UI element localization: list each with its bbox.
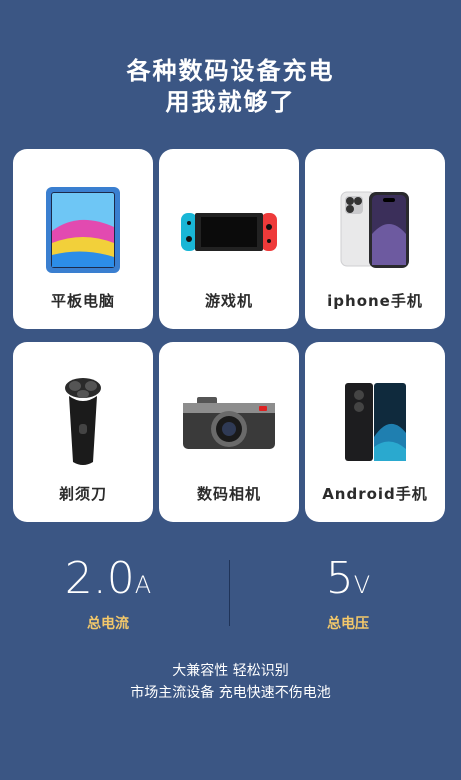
stats-divider <box>229 560 230 626</box>
device-label: 剃须刀 <box>58 485 107 503</box>
footer-text: 大兼容性 轻松识别 市场主流设备 充电快速不伤电池 <box>0 660 461 704</box>
device-label: Android手机 <box>322 485 428 503</box>
game-console-icon <box>159 179 299 279</box>
total-current-value: 2.0 <box>64 553 135 604</box>
total-current-caption: 总电流 <box>87 616 129 632</box>
total-current-unit: A <box>134 571 152 599</box>
device-card-camera: 数码相机 <box>159 342 299 522</box>
device-card-iphone: iphone手机 <box>305 149 445 329</box>
iphone-icon <box>305 179 445 279</box>
device-card-android-phone: Android手机 <box>305 342 445 522</box>
total-voltage-value: 5 <box>325 553 354 604</box>
device-card-shaver: 剃须刀 <box>13 342 153 522</box>
total-voltage-stat: 5V 总电压 <box>248 555 448 633</box>
headline: 各种数码设备充电 用我就够了 <box>0 56 461 118</box>
headline-line-1: 各种数码设备充电 <box>126 57 335 85</box>
device-label: iphone手机 <box>327 292 423 310</box>
total-current-stat: 2.0A 总电流 <box>8 555 208 633</box>
footer-line-1: 大兼容性 轻松识别 <box>172 663 289 679</box>
device-grid: 平板电脑 游戏机 iphone手机 剃须刀 数码相机 Android手机 <box>13 149 446 522</box>
headline-line-2: 用我就够了 <box>165 88 296 116</box>
tablet-icon <box>13 179 153 279</box>
total-voltage-unit: V <box>353 571 371 599</box>
shaver-icon <box>13 372 153 472</box>
camera-icon <box>159 372 299 472</box>
device-card-game-console: 游戏机 <box>159 149 299 329</box>
total-voltage-caption: 总电压 <box>327 616 369 632</box>
footer-line-2: 市场主流设备 充电快速不伤电池 <box>130 685 331 701</box>
device-card-tablet: 平板电脑 <box>13 149 153 329</box>
device-label: 平板电脑 <box>50 292 115 310</box>
stats-row: 2.0A 总电流 5V 总电压 <box>0 555 461 633</box>
device-label: 游戏机 <box>204 292 253 310</box>
device-label: 数码相机 <box>196 485 261 503</box>
android-phone-icon <box>305 372 445 472</box>
